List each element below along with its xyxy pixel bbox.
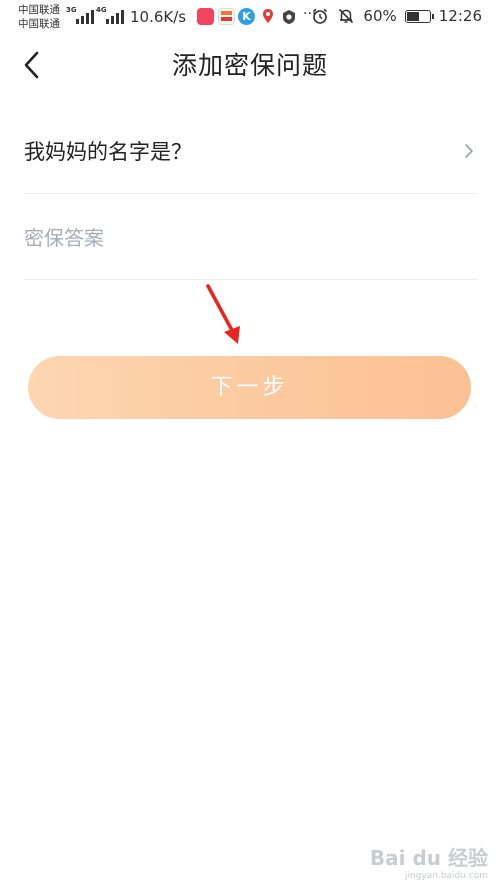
battery-icon: [404, 9, 434, 23]
security-question-selector[interactable]: 我妈妈的名字是？: [24, 106, 478, 194]
security-answer-input[interactable]: [24, 218, 464, 258]
navigation-header: 添加密保问题: [0, 34, 500, 96]
clock: 12:26: [438, 7, 482, 25]
status-right-group: 60% 12:26: [311, 7, 482, 25]
watermark-brand: Bai du 经验: [369, 846, 488, 870]
baidu-jingyan-watermark: Bai du 经验 jingyan.baidu.com: [370, 842, 488, 881]
carrier-2-label: 中国联通: [18, 18, 60, 30]
location-icon: [263, 9, 273, 23]
battery-percent: 60%: [363, 7, 397, 25]
answer-field-row: [24, 194, 478, 280]
mute-bell-icon: [339, 8, 354, 24]
signal-2-icon: 4G: [96, 6, 124, 24]
annotation-arrow-icon: [206, 284, 240, 344]
carrier-1-label: 中国联通: [18, 4, 60, 16]
carrier-labels: 中国联通 中国联通: [18, 3, 60, 31]
news-app-icon: [218, 8, 235, 25]
shopping-app-icon: [197, 8, 214, 25]
page-title: 添加密保问题: [171, 51, 328, 80]
shield-icon: [283, 10, 295, 24]
signal-1-icon: 3G: [66, 6, 94, 24]
security-question-label: 我妈妈的名字是？: [24, 140, 192, 164]
k-app-icon: K: [238, 8, 255, 25]
chevron-right-icon: [465, 144, 473, 158]
network-speed: 10.6K/s: [130, 8, 187, 26]
watermark-url: jingyan.baidu.com: [404, 871, 488, 881]
alarm-icon: [313, 8, 328, 24]
next-step-button[interactable]: 下一步: [28, 356, 471, 419]
status-bar: 中国联通 中国联通 3G 4G 10.6K/s K ··· 60% 12:26: [0, 0, 500, 34]
